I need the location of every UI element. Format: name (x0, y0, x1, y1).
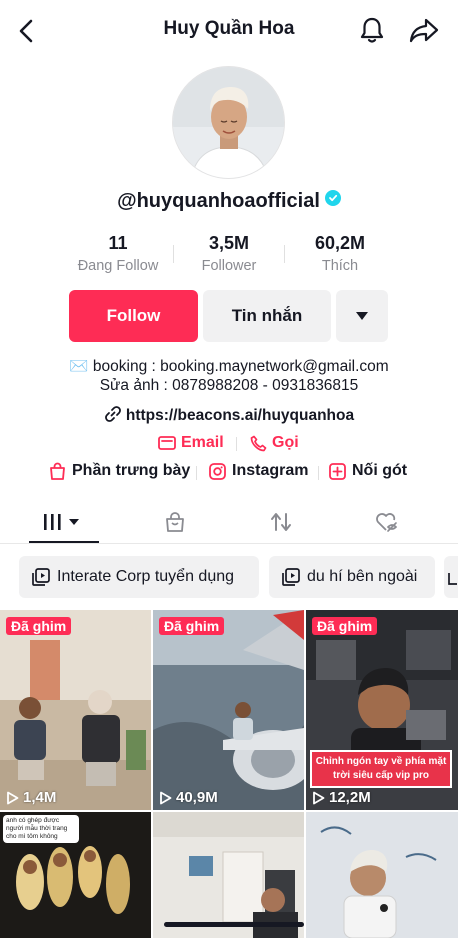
shop-bag-icon (166, 512, 184, 532)
video-image (0, 610, 151, 810)
tab-videos[interactable] (7, 500, 121, 544)
view-count-text: 40,9M (176, 789, 218, 806)
home-indicator (164, 922, 304, 927)
divider (236, 437, 237, 451)
view-count: 40,9M (159, 789, 218, 806)
active-tab-indicator (29, 541, 99, 543)
stat-likes[interactable]: 60,2M Thích (285, 233, 395, 274)
video-thumbnail[interactable] (153, 812, 304, 938)
playlist-label: Interate Corp tuyển dụng (57, 568, 235, 585)
playlist-label: du hí bên ngoài (307, 568, 418, 585)
showcase-label: Phần trưng bày (72, 462, 191, 479)
bio-line: ✉️ booking : booking.maynetwork@gmail.co… (69, 358, 389, 375)
share-icon[interactable] (408, 15, 440, 45)
call-button[interactable]: Gọi (250, 434, 299, 452)
video-grid: Đã ghim 1,4M Đã ghim 40,9M Đã ghim Chỉnh… (0, 610, 458, 938)
play-icon (313, 791, 325, 804)
video-thumbnail[interactable]: anh có ghép được người mẫu thời trang ch… (0, 812, 151, 938)
video-thumbnail[interactable]: Đã ghim 1,4M (0, 610, 151, 810)
video-image (306, 812, 458, 938)
view-count: 12,2M (312, 789, 371, 806)
playlist-row: Interate Corp tuyển dụng du hí bên ngoài (0, 556, 458, 600)
play-icon (160, 791, 172, 804)
divider (196, 466, 197, 480)
tab-reposts[interactable] (224, 500, 338, 544)
username-text: @huyquanhoaofficial (117, 190, 320, 212)
mail-icon (158, 436, 176, 450)
page-title: Huy Quần Hoa (163, 18, 295, 39)
add-square-icon (329, 462, 346, 480)
video-thumbnail[interactable]: Đã ghim 40,9M (153, 610, 304, 810)
avatar[interactable] (172, 66, 285, 179)
tab-liked[interactable] (330, 500, 444, 544)
view-count-text: 1,4M (23, 789, 57, 806)
view-count-text: 12,2M (329, 789, 371, 806)
link-icon (104, 406, 121, 422)
verified-badge-icon (324, 190, 341, 206)
phone-icon (250, 435, 267, 451)
video-thumbnail[interactable]: Đã ghim Chỉnh ngón tay về phía mặt trời … (306, 610, 458, 810)
bio-line: Sửa ảnh : 0878988208 - 0931836815 (99, 377, 359, 394)
stat-label: Follower (201, 258, 257, 274)
stat-following[interactable]: 11 Đang Follow (63, 233, 173, 274)
instagram-button[interactable]: Instagram (209, 462, 308, 480)
bell-icon[interactable] (357, 15, 387, 45)
playlist-icon (32, 568, 50, 586)
stat-value: 60,2M (314, 233, 366, 253)
instagram-label: Instagram (232, 462, 309, 479)
pinned-badge: Đã ghim (312, 617, 378, 635)
repost-icon (271, 513, 291, 531)
message-button[interactable]: Tin nhắn (203, 290, 331, 342)
video-caption: Chỉnh ngón tay về phía mặt trời siêu cấp… (310, 750, 452, 788)
profile-link[interactable]: https://beacons.ai/huyquanhoa (0, 405, 458, 425)
stat-label: Thích (321, 258, 359, 274)
caret-down-icon (356, 312, 368, 320)
pinned-badge: Đã ghim (6, 617, 72, 635)
heart-hidden-icon (376, 513, 398, 532)
play-icon (7, 791, 19, 804)
follow-button[interactable]: Follow (69, 290, 198, 342)
stat-value: 11 (108, 233, 128, 253)
showcase-button[interactable]: Phần trưng bày (49, 462, 190, 480)
pinned-badge: Đã ghim (159, 617, 225, 635)
top-bar: Huy Quần Hoa (0, 0, 458, 62)
content-tabs (0, 500, 458, 544)
playlist-icon (282, 568, 300, 586)
video-image (153, 812, 304, 938)
grid-dropdown-icon (44, 514, 79, 530)
more-options-button[interactable] (336, 290, 388, 342)
duet-button[interactable]: Nối gót (329, 462, 407, 480)
stat-value: 3,5M (208, 233, 250, 253)
profile-link-text: https://beacons.ai/huyquanhoa (125, 407, 355, 424)
divider (318, 466, 319, 480)
view-count: 1,4M (6, 789, 56, 806)
playlist-chip[interactable] (444, 556, 458, 598)
email-button[interactable]: Email (158, 434, 224, 452)
tab-shop[interactable] (118, 500, 232, 544)
username: @huyquanhoaofficial (0, 190, 458, 213)
instagram-icon (209, 462, 226, 480)
stat-followers[interactable]: 3,5M Follower (174, 233, 284, 274)
profile-stats: 11 Đang Follow 3,5M Follower 60,2M Thích (63, 233, 395, 281)
duet-label: Nối gót (352, 462, 408, 479)
playlist-icon (448, 573, 457, 585)
playlist-chip[interactable]: du hí bên ngoài (269, 556, 435, 598)
playlist-chip[interactable]: Interate Corp tuyển dụng (19, 556, 259, 598)
shopping-bag-icon (50, 462, 65, 480)
video-image (153, 610, 304, 810)
video-thumbnail[interactable] (306, 812, 458, 938)
email-button-label: Email (181, 434, 224, 451)
call-button-label: Gọi (272, 434, 299, 451)
reply-comment: anh có ghép được người mẫu thời trang ch… (3, 815, 79, 843)
stat-label: Đang Follow (77, 258, 159, 274)
